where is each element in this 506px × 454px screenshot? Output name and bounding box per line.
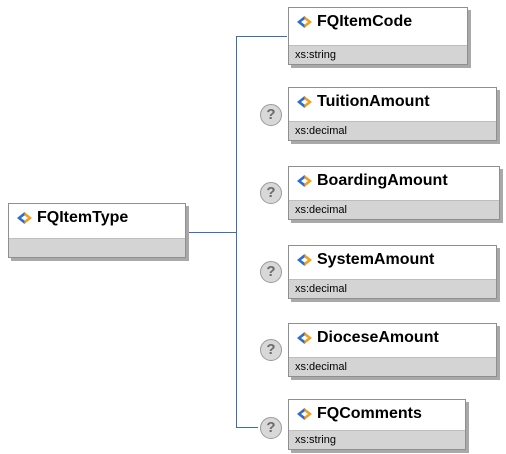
element-node-systemamount[interactable]: SystemAmount xs:decimal [288,245,497,299]
diamond-element-icon [297,16,312,28]
element-name: TuitionAmount [317,93,430,110]
element-name: SystemAmount [317,251,435,268]
question-mark-icon: ? [260,182,282,204]
element-name: BoardingAmount [317,172,448,189]
connector-root [186,232,237,233]
element-name: FQItemCode [317,13,413,30]
element-type: xs:decimal [289,121,496,140]
diamond-element-icon [297,175,312,187]
diamond-element-icon [297,254,312,266]
element-node-tuitionamount[interactable]: TuitionAmount xs:decimal [288,87,497,141]
element-node-fqitemcode[interactable]: FQItemCode xs:string [288,7,468,65]
root-node-name: FQItemType [37,209,129,226]
element-node-fqcomments[interactable]: FQComments xs:string [288,399,466,450]
question-mark-icon: ? [260,417,282,439]
diamond-element-icon [297,96,312,108]
question-mark-icon: ? [260,339,282,361]
root-node-type [9,238,185,257]
element-name: DioceseAmount [317,329,439,346]
element-type: xs:decimal [289,279,496,298]
connector-fqcomments [236,427,258,428]
element-type: xs:string [289,45,467,64]
connector-trunk [236,36,237,427]
element-node-dioceseamount[interactable]: DioceseAmount xs:decimal [288,323,497,377]
question-mark-icon: ? [260,104,282,126]
element-node-boardingamount[interactable]: BoardingAmount xs:decimal [288,166,500,220]
connector-fqitemcode [236,36,287,37]
element-name: FQComments [317,405,422,422]
root-node[interactable]: FQItemType [8,203,186,258]
diamond-element-icon [297,332,312,344]
diamond-element-icon [297,408,312,420]
element-type: xs:decimal [289,200,499,219]
element-type: xs:string [289,430,465,449]
question-mark-icon: ? [260,261,282,283]
diamond-element-icon [17,212,32,224]
element-type: xs:decimal [289,357,496,376]
schema-diagram: FQItemType FQItemCode xs:string ? Tuitio… [0,0,506,454]
